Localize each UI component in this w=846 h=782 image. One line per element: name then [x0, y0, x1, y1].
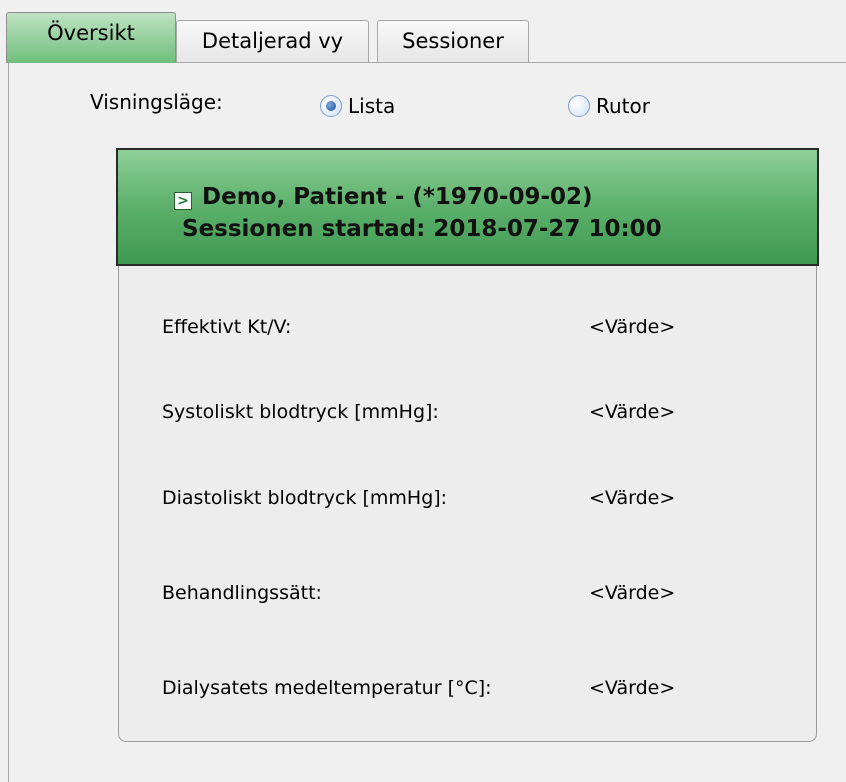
tab-detailed-view[interactable]: Detaljerad vy [176, 20, 369, 62]
tab-bar: Översikt Detaljerad vy Sessioner [0, 0, 846, 63]
detail-row-treatment: Behandlingssätt: <Värde> [119, 578, 816, 608]
radio-selected-icon[interactable] [320, 95, 342, 117]
view-mode-tiles-radio[interactable]: Rutor [568, 90, 650, 122]
detail-value: <Värde> [589, 316, 676, 338]
view-mode-label: Visningsläge: [90, 90, 223, 114]
detail-label: Effektivt Kt/V: [162, 316, 292, 338]
detail-value: <Värde> [589, 487, 676, 509]
view-mode-list-radio[interactable]: Lista [320, 90, 395, 122]
detail-row-diastolic: Diastoliskt blodtryck [mmHg]: <Värde> [119, 483, 816, 513]
tab-sessions[interactable]: Sessioner [377, 20, 529, 62]
detail-row-ktv: Effektivt Kt/V: <Värde> [119, 312, 816, 342]
patient-details-panel: Effektivt Kt/V: <Värde> Systoliskt blodt… [118, 266, 817, 742]
patient-header-panel[interactable]: > Demo, Patient - (*1970-09-02) Sessione… [116, 148, 819, 266]
detail-label: Behandlingssätt: [162, 582, 322, 604]
detail-label: Dialysatets medeltemperatur [°C]: [162, 677, 492, 699]
radio-dot-icon [326, 101, 336, 111]
session-start-time: Sessionen startad: 2018-07-27 10:00 [182, 216, 662, 242]
radio-unselected-icon[interactable] [568, 95, 590, 117]
detail-value: <Värde> [589, 582, 676, 604]
view-mode-list-label[interactable]: Lista [348, 90, 395, 122]
detail-row-systolic: Systoliskt blodtryck [mmHg]: <Värde> [119, 397, 816, 427]
detail-value: <Värde> [589, 677, 676, 699]
tab-overview[interactable]: Översikt [6, 12, 176, 63]
detail-label: Systoliskt blodtryck [mmHg]: [162, 401, 439, 423]
view-mode-tiles-label[interactable]: Rutor [596, 90, 650, 122]
expand-arrow-icon[interactable]: > [174, 192, 192, 210]
detail-value: <Värde> [589, 401, 676, 423]
patient-name: Demo, Patient - (*1970-09-02) [202, 184, 593, 210]
detail-row-dialysate-temp: Dialysatets medeltemperatur [°C]: <Värde… [119, 673, 816, 703]
detail-label: Diastoliskt blodtryck [mmHg]: [162, 487, 448, 509]
